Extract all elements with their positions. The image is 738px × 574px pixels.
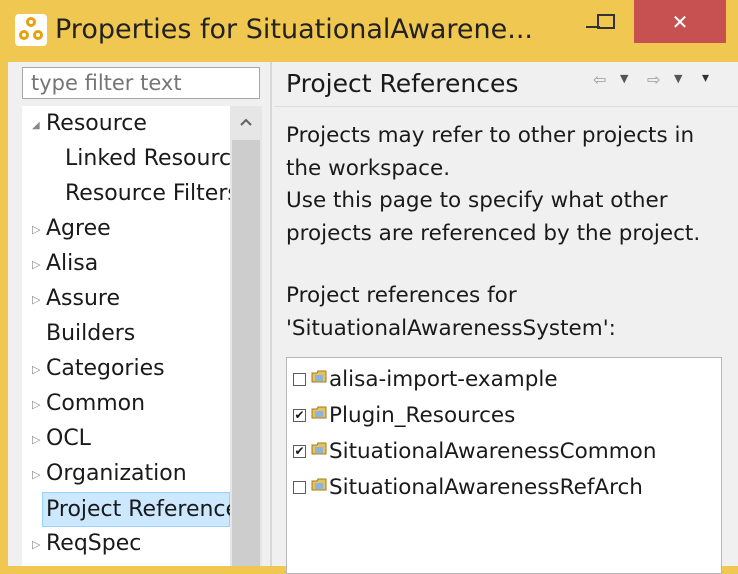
reference-name: Plugin_Resources <box>329 403 516 428</box>
tree-item-linked-resource[interactable]: Linked Resource <box>22 141 245 176</box>
tree-item-agree[interactable]: ▷ Agree <box>22 211 230 246</box>
description-line: the workspace. <box>286 155 451 181</box>
view-menu-icon[interactable]: ▾ <box>702 70 709 86</box>
back-dropdown-icon[interactable]: ▼ <box>620 72 628 85</box>
reference-checkbox[interactable] <box>293 373 306 386</box>
reference-name: SituationalAwarenessRefArch <box>329 475 643 500</box>
title-bar[interactable]: Properties for SituationalAwarene... ✕ <box>0 0 738 62</box>
reference-checkbox[interactable]: ✔ <box>293 445 306 458</box>
property-page: Project References ⇦ ▼ ⇨ ▼ ▾ Projects ma… <box>274 62 738 574</box>
tree-item-categories[interactable]: ▷ Categories <box>22 351 230 386</box>
project-folder-icon <box>311 370 327 383</box>
tree-item-label: Linked Resource <box>65 146 245 171</box>
tree-item-label: Resource Filters <box>65 181 239 206</box>
tree-item-label: Agree <box>46 216 111 241</box>
tree-item-reqspec[interactable]: ▷ ReqSpec <box>22 526 230 561</box>
tree-item-common[interactable]: ▷ Common <box>22 386 230 421</box>
forward-arrow-icon[interactable]: ⇨ <box>647 70 660 89</box>
collapsed-arrow-icon[interactable]: ▷ <box>32 282 40 317</box>
tree-item-organization[interactable]: ▷ Organization <box>22 456 230 491</box>
collapsed-arrow-icon[interactable]: ▷ <box>32 457 40 492</box>
tree-item-alisa[interactable]: ▷ Alisa <box>22 246 230 281</box>
tree-item-resource[interactable]: ◢ Resource <box>22 106 230 141</box>
references-label-line: Project references for <box>286 283 517 308</box>
eclipse-app-icon <box>15 14 47 46</box>
references-label: Project references for 'SituationalAware… <box>286 280 726 345</box>
scroll-thumb[interactable] <box>232 140 260 566</box>
collapsed-arrow-icon[interactable]: ▷ <box>32 212 40 247</box>
scroll-up-button[interactable] <box>230 106 262 138</box>
sash-divider[interactable] <box>270 62 272 566</box>
filter-input[interactable] <box>22 67 260 99</box>
project-references-list: alisa-import-example ✔ Plugin_Resources … <box>286 357 722 574</box>
expanded-arrow-icon[interactable]: ◢ <box>32 108 40 143</box>
collapsed-arrow-icon[interactable]: ▷ <box>32 527 40 562</box>
close-button[interactable]: ✕ <box>634 0 726 43</box>
tree-item-label: Project Reference <box>46 497 240 522</box>
tree-item-label: Assure <box>46 286 121 311</box>
dialog-client-area: ◢ Resource Linked Resource Resource Filt… <box>8 62 738 574</box>
description-line: Projects may refer to other projects in <box>286 123 695 148</box>
tree-item-label: Categories <box>46 356 165 381</box>
page-header: Project References ⇦ ▼ ⇨ ▼ ▾ <box>274 62 738 107</box>
close-icon: ✕ <box>671 9 689 34</box>
page-description: Projects may refer to other projects in … <box>286 120 726 250</box>
collapsed-arrow-icon[interactable]: ▷ <box>32 247 40 282</box>
tree-item-assure[interactable]: ▷ Assure <box>22 281 230 316</box>
description-line: projects are referenced by the project. <box>286 220 701 246</box>
references-label-line: 'SituationalAwarenessSystem': <box>286 315 616 341</box>
collapsed-arrow-icon[interactable]: ▷ <box>32 352 40 387</box>
property-tree: ◢ Resource Linked Resource Resource Filt… <box>22 106 262 566</box>
back-arrow-icon[interactable]: ⇦ <box>593 70 606 89</box>
window-title: Properties for SituationalAwarene... <box>55 14 533 45</box>
reference-checkbox[interactable]: ✔ <box>293 409 306 422</box>
reference-name: SituationalAwarenessCommon <box>329 439 657 464</box>
forward-dropdown-icon[interactable]: ▼ <box>674 72 682 85</box>
tree-item-builders[interactable]: Builders <box>22 316 230 351</box>
tree-item-resource-filters[interactable]: Resource Filters <box>22 176 239 211</box>
maximize-button[interactable] <box>586 0 626 43</box>
tree-item-label: Organization <box>46 461 187 486</box>
project-folder-icon <box>311 478 327 491</box>
tree-item-label: Alisa <box>46 251 99 276</box>
tree-item-label: Common <box>46 391 146 416</box>
project-folder-icon <box>311 406 327 419</box>
chevron-up-icon <box>240 118 252 126</box>
tree-item-label: Resource <box>46 111 147 136</box>
description-line: Use this page to specify what other <box>286 188 668 213</box>
reference-checkbox[interactable] <box>293 481 306 494</box>
tree-item-label: ReqSpec <box>46 531 142 556</box>
tree-item-label: OCL <box>46 426 91 451</box>
page-title: Project References <box>286 69 519 98</box>
maximize-icon <box>597 14 615 29</box>
tree-scrollbar[interactable] <box>230 106 262 566</box>
reference-name: alisa-import-example <box>329 367 558 392</box>
collapsed-arrow-icon[interactable]: ▷ <box>32 387 40 422</box>
project-folder-icon <box>311 442 327 455</box>
tree-item-label: Builders <box>46 321 136 346</box>
tree-item-ocl[interactable]: ▷ OCL <box>22 421 230 456</box>
tree-item-project-references[interactable]: Project Reference <box>42 492 239 527</box>
collapsed-arrow-icon[interactable]: ▷ <box>32 422 40 457</box>
